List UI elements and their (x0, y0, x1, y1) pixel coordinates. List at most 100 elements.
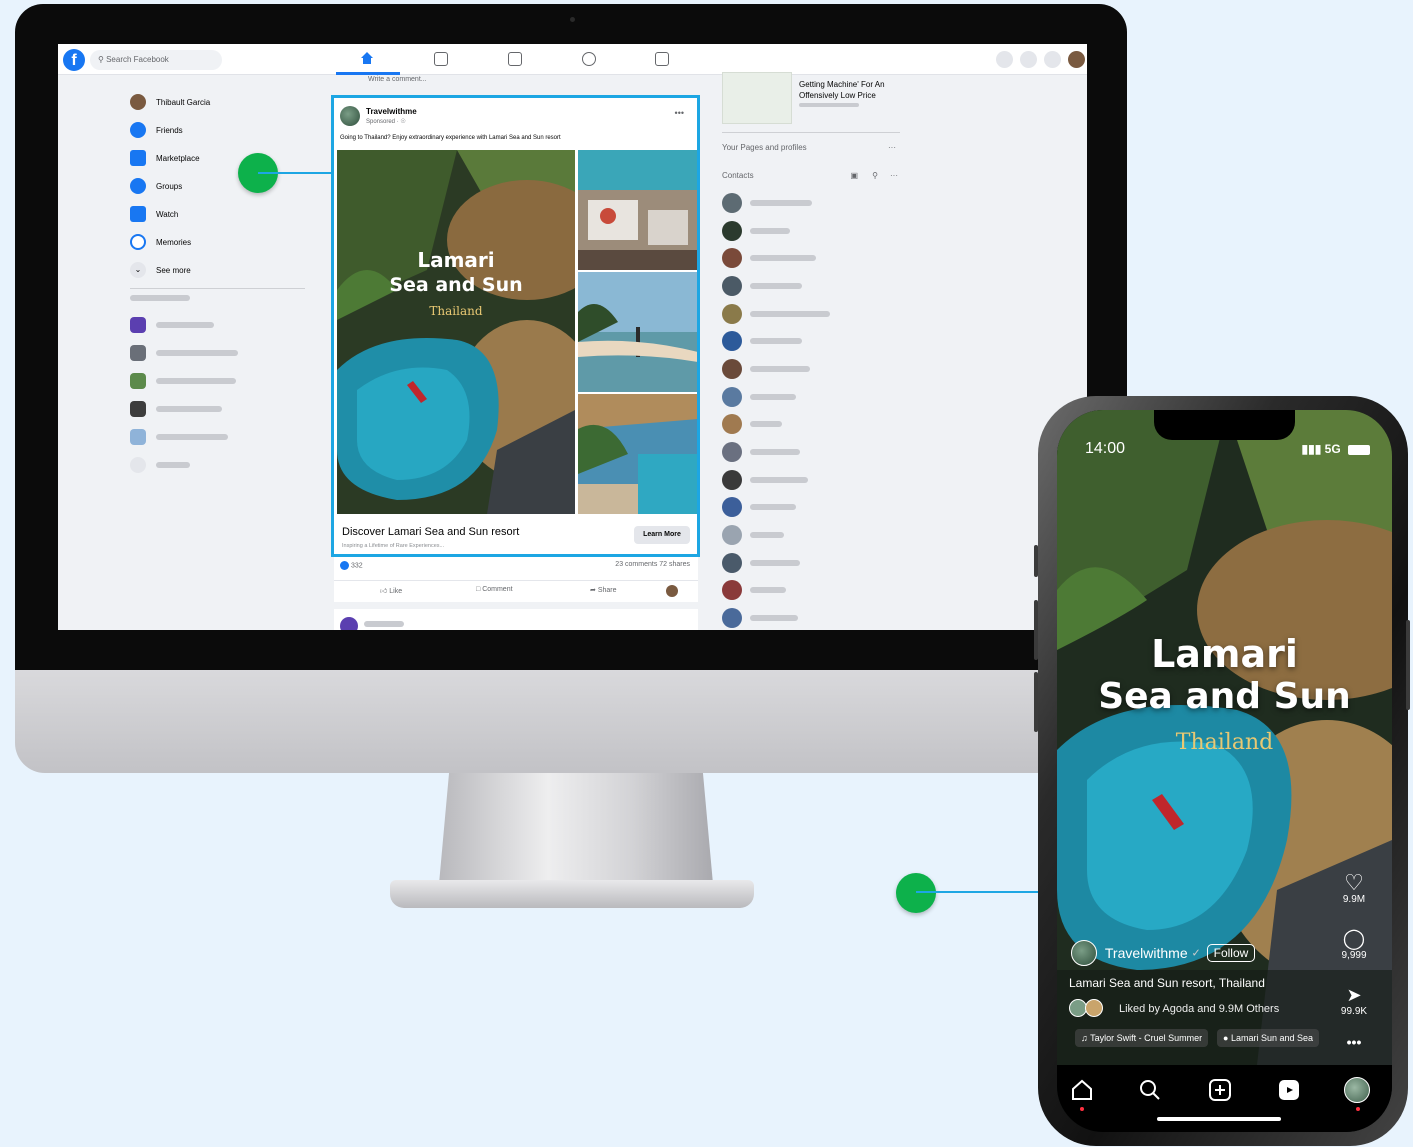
camera-icon (570, 17, 575, 22)
home-indicator (1157, 1117, 1281, 1121)
comment-button[interactable]: □ Comment (476, 586, 513, 593)
avatar (722, 386, 742, 407)
sidebar-item-groups[interactable]: Groups (130, 172, 310, 200)
tagged-people-chip[interactable]: ● Lamari Sun and Sea (1217, 1029, 1319, 1047)
facebook-logo-icon[interactable]: f (63, 49, 85, 71)
search-icon[interactable] (1137, 1077, 1163, 1103)
more-options-icon[interactable]: ··· (890, 171, 898, 180)
follow-button[interactable]: Follow (1206, 944, 1256, 962)
audio-chip[interactable]: ♫ Taylor Swift - Cruel Summer (1075, 1029, 1209, 1047)
group-thumbnail (130, 317, 146, 333)
contact-item[interactable] (722, 494, 900, 522)
avatar (722, 580, 742, 601)
comment-button[interactable]: ◯ 9,999 (1334, 928, 1374, 961)
marketplace-icon[interactable] (508, 52, 522, 66)
sidebar-item-friends[interactable]: Friends (130, 116, 310, 144)
create-post-icon[interactable] (1207, 1077, 1233, 1103)
like-button[interactable]: ♡ 9.9M (1334, 872, 1374, 906)
contact-item[interactable] (722, 604, 900, 630)
contact-item[interactable] (722, 327, 900, 355)
search-input[interactable]: ⚲ Search Facebook (90, 50, 222, 70)
sidebar-item-memories[interactable]: Memories (130, 228, 310, 256)
shortcut-item[interactable] (130, 339, 310, 367)
shortcuts-heading-blurred (130, 295, 310, 311)
avatar (130, 94, 146, 110)
like-count: 9.9M (1342, 894, 1366, 905)
share-button[interactable]: ➤ 99.9K (1334, 984, 1374, 1017)
sidebar-item-watch[interactable]: Watch (130, 200, 310, 228)
contact-name-blurred (750, 393, 796, 400)
more-options-icon[interactable]: ••• (1334, 1034, 1374, 1050)
contact-item[interactable] (722, 189, 900, 217)
contact-name-blurred (750, 282, 802, 289)
reel-author[interactable]: Travelwithme ✓ Follow (1071, 940, 1256, 966)
ad-title-line2: Offensively Low Price (799, 91, 876, 100)
reaction-count[interactable]: 332 (351, 562, 363, 569)
contact-item[interactable] (722, 577, 900, 605)
sidebar-item-marketplace[interactable]: Marketplace (130, 144, 310, 172)
comment-placeholder: Write a comment... (368, 76, 427, 83)
watch-icon[interactable] (434, 52, 448, 66)
contact-item[interactable] (722, 521, 900, 549)
share-button[interactable]: ➦ Share (590, 586, 617, 594)
avatar (722, 220, 742, 241)
shortcut-item[interactable] (130, 395, 310, 423)
next-post-preview (334, 609, 698, 630)
reel-title-line2: Sea and Sun (1098, 676, 1351, 717)
profile-avatar[interactable] (1068, 51, 1085, 68)
avatar[interactable] (666, 585, 678, 597)
sidebar-item-see-more[interactable]: ⌄ See more (130, 256, 310, 284)
sidebar-item-label: Marketplace (156, 153, 200, 163)
contact-name-blurred (750, 227, 790, 234)
contact-item[interactable] (722, 383, 900, 411)
username: Travelwithme (1104, 945, 1188, 961)
callout-line-desktop (258, 172, 331, 174)
contact-item[interactable] (722, 244, 900, 272)
shortcut-item[interactable] (130, 311, 310, 339)
contact-item[interactable] (722, 411, 900, 439)
post-actions: 👍︎ Like □ Comment ➦ Share (334, 580, 698, 600)
contact-item[interactable] (722, 438, 900, 466)
profile-avatar[interactable] (1344, 1077, 1370, 1103)
comments-shares-count[interactable]: 23 comments 72 shares (615, 561, 690, 568)
shortcut-see-more[interactable] (130, 451, 310, 479)
gaming-icon[interactable] (655, 52, 669, 66)
reels-icon[interactable] (1276, 1077, 1302, 1103)
avatar (1085, 999, 1103, 1017)
liked-by-text[interactable]: Liked by Agoda and 9.9M Others (1119, 1003, 1279, 1015)
contact-item[interactable] (722, 272, 900, 300)
search-icon[interactable]: ⚲ (872, 171, 878, 180)
comment-count: 9,999 (1341, 950, 1367, 961)
sidebar-item-label: See more (156, 265, 191, 275)
home-icon[interactable] (1069, 1077, 1095, 1103)
video-call-icon[interactable]: ▣ (850, 171, 858, 180)
contact-item[interactable] (722, 217, 900, 245)
avatar (1071, 940, 1097, 966)
imac-chin (15, 670, 1127, 773)
messenger-icon[interactable] (1020, 51, 1037, 68)
contact-item[interactable] (722, 549, 900, 577)
callout-dot-mobile (896, 873, 936, 913)
sidebar-item-profile[interactable]: Thibault Garcia (130, 88, 310, 116)
avatar (340, 617, 358, 630)
groups-icon[interactable] (582, 52, 596, 66)
sponsored-ad[interactable]: Getting Machine' For An Offensively Low … (722, 72, 900, 128)
shortcut-item[interactable] (130, 367, 310, 395)
home-icon[interactable] (360, 51, 374, 65)
reel-caption[interactable]: Lamari Sea and Sun resort, Thailand (1069, 976, 1265, 990)
status-bar-time: 14:00 (1085, 440, 1126, 457)
contact-item[interactable] (722, 466, 900, 494)
comment-input-row[interactable]: Write a comment... (334, 73, 696, 89)
notifications-icon[interactable] (1044, 51, 1061, 68)
phone-side-button (1034, 672, 1038, 732)
contact-item[interactable] (722, 300, 900, 328)
avatar (722, 552, 742, 573)
like-button[interactable]: 👍︎ Like (380, 586, 402, 595)
sidebar-item-label: Memories (156, 237, 192, 247)
menu-grid-icon[interactable] (996, 51, 1013, 68)
contact-item[interactable] (722, 355, 900, 383)
contact-list (722, 189, 900, 630)
bottom-tab-bar (1057, 1065, 1392, 1132)
shortcut-item[interactable] (130, 423, 310, 451)
more-options-icon[interactable]: ··· (888, 143, 896, 152)
